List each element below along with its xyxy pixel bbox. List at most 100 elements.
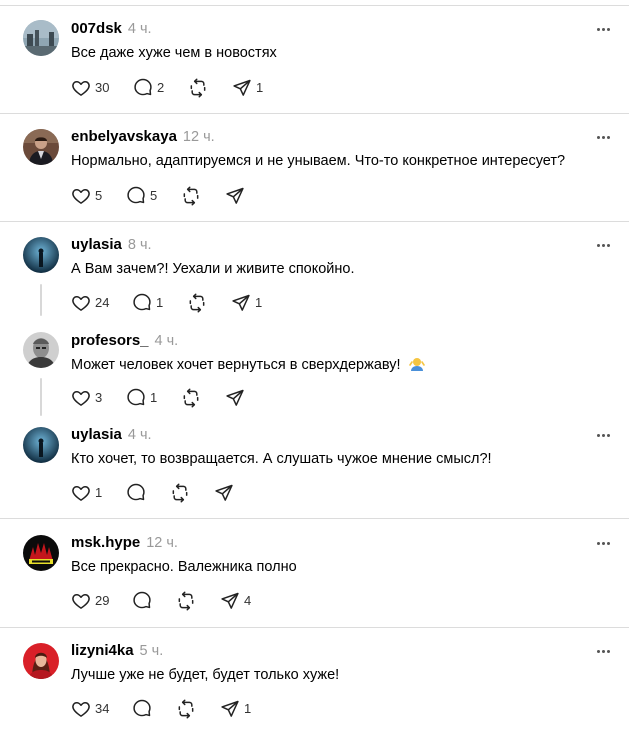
heart-icon [72, 594, 90, 609]
share-count: 1 [255, 295, 263, 310]
avatar[interactable] [23, 643, 59, 679]
reply-button[interactable] [132, 591, 152, 611]
repost-icon [183, 186, 199, 206]
comment-header: uylasia 4 ч. [71, 426, 152, 444]
repost-button[interactable] [176, 699, 196, 719]
send-icon [233, 79, 251, 96]
reply-count: 2 [157, 80, 165, 95]
comment-header: enbelyavskaya 12 ч. [71, 128, 215, 146]
send-icon [221, 700, 239, 717]
thread-line [40, 284, 42, 316]
repost-button[interactable] [176, 591, 196, 611]
repost-icon [178, 591, 194, 611]
comment-text: Лучше уже не будет, будет только хуже! [71, 667, 340, 683]
reply-button[interactable] [126, 483, 146, 503]
avatar[interactable] [23, 237, 59, 273]
username[interactable]: uylasia [71, 236, 122, 253]
more-dots-icon[interactable] [591, 428, 615, 442]
like-button[interactable]: 29 [71, 591, 109, 611]
comment-header: uylasia 8 ч. [71, 236, 152, 254]
like-count: 30 [95, 80, 110, 95]
speech-bubble-icon [133, 293, 151, 311]
repost-button[interactable] [170, 483, 190, 503]
avatar[interactable] [23, 427, 59, 463]
share-count: 1 [256, 80, 264, 95]
share-button[interactable]: 1 [231, 293, 262, 313]
timestamp: 12 ч. [146, 535, 178, 551]
like-button[interactable]: 34 [71, 699, 109, 719]
timestamp: 5 ч. [139, 643, 164, 659]
repost-button[interactable] [187, 293, 207, 313]
speech-bubble-icon [127, 186, 145, 204]
like-count: 1 [95, 485, 103, 500]
like-button[interactable]: 1 [71, 483, 102, 503]
more-dots-icon[interactable] [591, 22, 615, 36]
comment-text: Может человек хочет вернуться в сверхдер… [71, 356, 425, 374]
more-dots-icon[interactable] [591, 644, 615, 658]
timestamp: 4 ч. [127, 21, 152, 37]
heart-icon [72, 81, 90, 96]
like-count: 29 [95, 593, 110, 608]
share-button[interactable]: 1 [220, 699, 251, 719]
heart-icon [72, 486, 90, 501]
repost-button[interactable] [181, 388, 201, 408]
username[interactable]: profesors_ [71, 332, 149, 349]
reply-button[interactable]: 1 [126, 388, 157, 408]
speech-bubble-icon [134, 78, 152, 96]
repost-icon [172, 483, 188, 503]
like-button[interactable]: 24 [71, 293, 109, 313]
avatar[interactable] [23, 535, 59, 571]
share-button[interactable] [225, 388, 245, 408]
username[interactable]: uylasia [71, 426, 122, 443]
reply-count: 5 [150, 188, 158, 203]
divider [0, 5, 629, 6]
share-count: 4 [244, 593, 252, 608]
repost-icon [190, 78, 206, 98]
comment-text: Нормально, адаптируемся и не унываем. Чт… [71, 153, 566, 169]
divider [0, 627, 629, 628]
like-button[interactable]: 30 [71, 78, 109, 98]
heart-icon [72, 702, 90, 717]
like-button[interactable]: 5 [71, 186, 102, 206]
repost-button[interactable] [181, 186, 201, 206]
username[interactable]: 007dsk [71, 20, 122, 37]
like-button[interactable]: 3 [71, 388, 102, 408]
reply-count: 1 [150, 390, 158, 405]
divider [0, 113, 629, 114]
comment-header: 007dsk 4 ч. [71, 20, 152, 38]
share-button[interactable] [214, 483, 234, 503]
avatar[interactable] [23, 332, 59, 368]
share-button[interactable] [225, 186, 245, 206]
send-icon [226, 187, 244, 204]
reply-button[interactable]: 5 [126, 186, 157, 206]
send-icon [221, 592, 239, 609]
repost-icon [189, 293, 205, 313]
speech-bubble-icon [127, 483, 145, 501]
username[interactable]: enbelyavskaya [71, 128, 177, 145]
share-button[interactable]: 1 [232, 78, 263, 98]
reply-button[interactable] [132, 699, 152, 719]
comment-header: profesors_ 4 ч. [71, 332, 178, 350]
reply-button[interactable]: 2 [133, 78, 164, 98]
avatar[interactable] [23, 129, 59, 165]
more-dots-icon[interactable] [591, 536, 615, 550]
like-count: 24 [95, 295, 110, 310]
more-dots-icon[interactable] [591, 130, 615, 144]
username[interactable]: lizyni4ka [71, 642, 134, 659]
share-button[interactable]: 4 [220, 591, 251, 611]
repost-button[interactable] [188, 78, 208, 98]
comment-text: Все прекрасно. Валежника полно [71, 559, 297, 575]
timestamp: 12 ч. [182, 129, 215, 145]
speech-bubble-icon [133, 591, 151, 609]
comment-header: lizyni4ka 5 ч. [71, 642, 163, 660]
username[interactable]: msk.hype [71, 534, 140, 551]
avatar[interactable] [23, 20, 59, 56]
shrug-emoji [408, 358, 425, 371]
more-dots-icon[interactable] [591, 238, 615, 252]
reply-count: 1 [156, 295, 164, 310]
timestamp: 4 ч. [154, 333, 179, 349]
timestamp: 4 ч. [127, 427, 152, 443]
reply-button[interactable]: 1 [132, 293, 163, 313]
like-count: 5 [95, 188, 103, 203]
share-count: 1 [244, 701, 252, 716]
